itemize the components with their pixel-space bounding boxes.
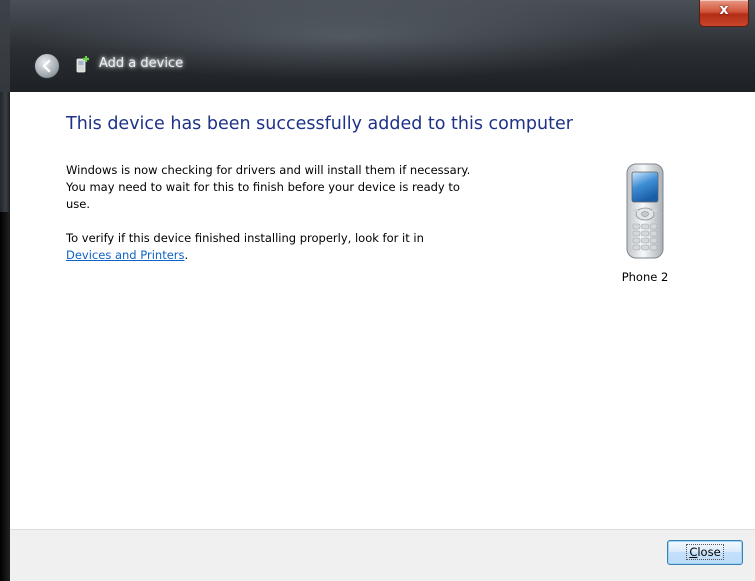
close-button-rest: lose	[697, 545, 721, 559]
close-x-glyph: x	[719, 2, 729, 18]
close-button[interactable]: Close	[667, 540, 743, 565]
back-arrow-icon	[42, 59, 51, 73]
add-device-icon	[76, 56, 89, 73]
verify-info-lead: To verify if this device finished instal…	[66, 231, 424, 245]
devices-and-printers-link[interactable]: Devices and Printers	[66, 248, 185, 262]
dialog-footer: Close	[10, 529, 755, 581]
window-title: Add a device	[99, 56, 184, 71]
driver-info-text: Windows is now checking for drivers and …	[66, 163, 471, 211]
title-bar: x Add a device	[10, 0, 755, 92]
back-button[interactable]	[34, 53, 60, 79]
page-title: This device has been successfully added …	[66, 114, 573, 134]
device-name: Phone 2	[621, 270, 669, 284]
dialog-content: This device has been successfully added …	[10, 92, 755, 581]
verify-info-text: To verify if this device finished instal…	[66, 230, 506, 264]
add-device-window: x Add a device This device has been succ…	[0, 0, 755, 581]
mobile-phone-icon	[626, 163, 664, 259]
close-button-label: Close	[686, 544, 724, 560]
window-close-button[interactable]: x	[699, 0, 749, 27]
verify-info-end: .	[184, 248, 189, 262]
window-left-frame	[0, 92, 10, 581]
added-device: Phone 2	[605, 162, 685, 284]
